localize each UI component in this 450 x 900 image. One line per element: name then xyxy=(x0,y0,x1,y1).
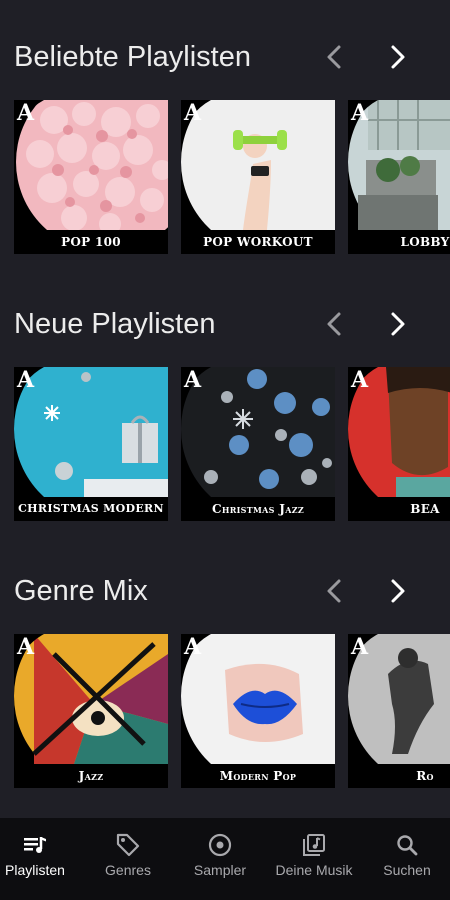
playlist-card[interactable]: A CHRISTMAS MODERN xyxy=(14,367,168,521)
nav-item-suchen[interactable]: Suchen xyxy=(362,832,450,888)
playlist-card[interactable]: A POP WORKOUT xyxy=(181,100,335,254)
nav-label: Playlisten xyxy=(5,862,65,878)
section-popular-playlists: Beliebte Playlisten A POP 100 A POP WORK… xyxy=(0,37,450,257)
bottom-navigation: Playlisten Genres Sampler Deine Musik Su… xyxy=(0,818,450,900)
card-title: Jazz xyxy=(14,764,168,788)
brand-logo: A xyxy=(17,634,35,660)
card-title: LOBBY xyxy=(348,230,450,254)
nav-item-genres[interactable]: Genres xyxy=(83,832,173,888)
playlist-carousel[interactable]: A POP 100 A POP WORKOUT A LOBBY xyxy=(14,100,450,254)
card-title: POP 100 xyxy=(14,230,168,254)
disc-icon xyxy=(208,833,232,857)
playlist-card[interactable]: A LOBBY xyxy=(348,100,450,254)
nav-label: Genres xyxy=(105,862,151,878)
card-title: BEA xyxy=(348,497,450,521)
nav-label: Deine Musik xyxy=(275,862,353,878)
brand-logo: A xyxy=(184,367,202,393)
brand-logo: A xyxy=(351,634,369,660)
chevron-left-icon[interactable] xyxy=(316,306,352,342)
card-title: CHRISTMAS MODERN xyxy=(14,497,168,521)
brand-logo: A xyxy=(184,100,202,126)
section-new-playlists: Neue Playlisten A CHRISTMAS MODERN A Chr… xyxy=(0,304,450,524)
section-header: Genre Mix xyxy=(14,571,434,611)
playlist-card[interactable]: A POP 100 xyxy=(14,100,168,254)
nav-item-sampler[interactable]: Sampler xyxy=(175,832,265,888)
playlist-carousel[interactable]: A Jazz A Modern Pop A Ro xyxy=(14,634,450,788)
nav-item-playlisten[interactable]: Playlisten xyxy=(0,832,80,888)
playlist-card[interactable]: A Ro xyxy=(348,634,450,788)
chevron-left-icon[interactable] xyxy=(316,573,352,609)
nav-label: Suchen xyxy=(383,862,431,878)
playlist-carousel[interactable]: A CHRISTMAS MODERN A Christmas Jazz A BE… xyxy=(14,367,450,521)
chevron-right-icon[interactable] xyxy=(380,39,416,75)
brand-logo: A xyxy=(351,367,369,393)
tag-icon xyxy=(116,833,140,857)
chevron-right-icon[interactable] xyxy=(380,573,416,609)
section-title: Genre Mix xyxy=(14,575,148,607)
nav-label: Sampler xyxy=(193,862,247,878)
card-title: POP WORKOUT xyxy=(181,230,335,254)
card-title: Christmas Jazz xyxy=(181,497,335,521)
nav-item-deine-musik[interactable]: Deine Musik xyxy=(269,832,359,888)
brand-logo: A xyxy=(351,100,369,126)
brand-logo: A xyxy=(17,367,35,393)
section-title: Beliebte Playlisten xyxy=(14,41,251,73)
brand-logo: A xyxy=(184,634,202,660)
section-genre-mix: Genre Mix A Jazz A Modern Pop A Ro xyxy=(0,571,450,791)
section-header: Beliebte Playlisten xyxy=(14,37,434,77)
chevron-left-icon[interactable] xyxy=(316,39,352,75)
playlist-card[interactable]: A Modern Pop xyxy=(181,634,335,788)
card-title: Ro xyxy=(348,764,450,788)
playlist-card[interactable]: A Jazz xyxy=(14,634,168,788)
chevron-right-icon[interactable] xyxy=(380,306,416,342)
playlist-card[interactable]: A Christmas Jazz xyxy=(181,367,335,521)
playlist-card[interactable]: A BEA xyxy=(348,367,450,521)
music-library-icon xyxy=(303,834,325,856)
section-title: Neue Playlisten xyxy=(14,308,216,340)
brand-logo: A xyxy=(17,100,35,126)
search-icon xyxy=(397,835,418,856)
section-header: Neue Playlisten xyxy=(14,304,434,344)
card-title: Modern Pop xyxy=(181,764,335,788)
playlist-icon xyxy=(24,837,46,853)
